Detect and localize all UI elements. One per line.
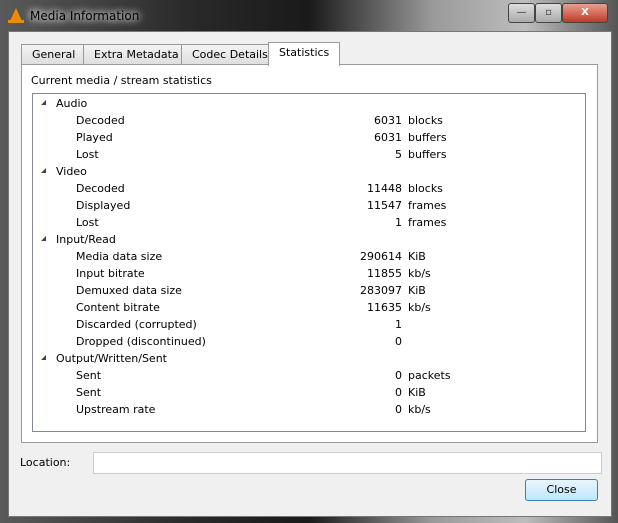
statistics-caption: Current media / stream statistics [31, 74, 212, 87]
stat-value: 0 [395, 403, 402, 416]
tree-item[interactable]: Sent 0 packets [33, 367, 585, 384]
title-bar: Media Information — ▫ X [0, 0, 618, 32]
close-button[interactable]: Close [525, 479, 598, 501]
stat-value: 1 [395, 216, 402, 229]
stat-value: 283097 [360, 284, 402, 297]
group-label: Output/Written/Sent [56, 352, 167, 365]
expanded-arrow-icon[interactable] [41, 236, 46, 241]
tree-item[interactable]: Played 6031 buffers [33, 129, 585, 146]
tree-item[interactable]: Discarded (corrupted) 1 [33, 316, 585, 333]
vlc-cone-base [8, 20, 24, 23]
statistics-panel: Current media / stream statistics Audio D… [21, 64, 598, 443]
group-label: Video [56, 165, 87, 178]
stat-unit: buffers [408, 148, 447, 161]
stat-label: Decoded [76, 114, 125, 127]
stat-label: Discarded (corrupted) [76, 318, 197, 331]
stat-label: Media data size [76, 250, 163, 263]
stat-unit: KiB [408, 386, 426, 399]
stat-value: 1 [395, 318, 402, 331]
tree-item[interactable]: Displayed 11547 frames [33, 197, 585, 214]
stat-unit: buffers [408, 131, 447, 144]
expanded-arrow-icon[interactable] [41, 100, 46, 105]
tree-item[interactable]: Demuxed data size 283097 KiB [33, 282, 585, 299]
stat-label: Upstream rate [76, 403, 156, 416]
tree-item[interactable]: Lost 5 buffers [33, 146, 585, 163]
group-label: Input/Read [56, 233, 116, 246]
stat-label: Dropped (discontinued) [76, 335, 206, 348]
close-window-button[interactable]: X [562, 3, 608, 23]
stat-label: Demuxed data size [76, 284, 182, 297]
stat-label: Played [76, 131, 113, 144]
tree-item[interactable]: Upstream rate 0 kb/s [33, 401, 585, 418]
location-label: Location: [20, 456, 71, 469]
stat-label: Displayed [76, 199, 131, 212]
tree-group[interactable]: Video [33, 163, 585, 180]
expanded-arrow-icon[interactable] [41, 168, 46, 173]
stat-value: 5 [395, 148, 402, 161]
stat-unit: packets [408, 369, 451, 382]
stat-label: Content bitrate [76, 301, 160, 314]
tab-codec-details[interactable]: Codec Details [181, 44, 279, 65]
stat-unit: kb/s [408, 301, 431, 314]
stat-label: Sent [76, 369, 102, 382]
tree-item[interactable]: Media data size 290614 KiB [33, 248, 585, 265]
stat-unit: kb/s [408, 403, 431, 416]
stat-value: 11448 [367, 182, 402, 195]
stat-value: 11855 [367, 267, 402, 280]
dialog-client: General Extra Metadata Codec Details Sta… [8, 31, 612, 517]
stat-label: Sent [76, 386, 102, 399]
stat-label: Lost [76, 216, 99, 229]
tree-item[interactable]: Decoded 11448 blocks [33, 180, 585, 197]
tab-general[interactable]: General [21, 44, 87, 65]
tree-item[interactable]: Lost 1 frames [33, 214, 585, 231]
tree-item[interactable]: Content bitrate 11635 kb/s [33, 299, 585, 316]
stat-label: Lost [76, 148, 99, 161]
expanded-arrow-icon[interactable] [41, 355, 46, 360]
tree-item[interactable]: Dropped (discontinued) 0 [33, 333, 585, 350]
location-input[interactable] [93, 452, 602, 474]
tree-item[interactable]: Sent 0 KiB [33, 384, 585, 401]
stat-value: 0 [395, 335, 402, 348]
tab-statistics[interactable]: Statistics [268, 42, 341, 66]
window-title: Media Information [30, 9, 140, 23]
minimize-button[interactable]: — [508, 3, 535, 23]
tree-item[interactable]: Input bitrate 11855 kb/s [33, 265, 585, 282]
stat-value: 6031 [374, 131, 402, 144]
stat-unit: KiB [408, 284, 426, 297]
statistics-tree[interactable]: Audio Decoded 6031 blocks Played 6031 buffers L… [32, 93, 586, 432]
stat-unit: blocks [408, 182, 443, 195]
group-label: Audio [56, 97, 88, 110]
stat-value: 11635 [367, 301, 402, 314]
stat-value: 290614 [360, 250, 402, 263]
stat-unit: frames [408, 216, 447, 229]
stat-label: Input bitrate [76, 267, 145, 280]
maximize-button[interactable]: ▫ [535, 3, 562, 23]
stat-unit: kb/s [408, 267, 431, 280]
stat-unit: KiB [408, 250, 426, 263]
stat-value: 0 [395, 369, 402, 382]
stat-label: Decoded [76, 182, 125, 195]
stat-value: 6031 [374, 114, 402, 127]
stat-value: 11547 [367, 199, 402, 212]
stat-unit: frames [408, 199, 447, 212]
tree-group[interactable]: Output/Written/Sent [33, 350, 585, 367]
tree-item[interactable]: Decoded 6031 blocks [33, 112, 585, 129]
tree-group[interactable]: Input/Read [33, 231, 585, 248]
tab-extra-metadata[interactable]: Extra Metadata [83, 44, 190, 65]
tree-group[interactable]: Audio [33, 95, 585, 112]
stat-unit: blocks [408, 114, 443, 127]
stat-value: 0 [395, 386, 402, 399]
